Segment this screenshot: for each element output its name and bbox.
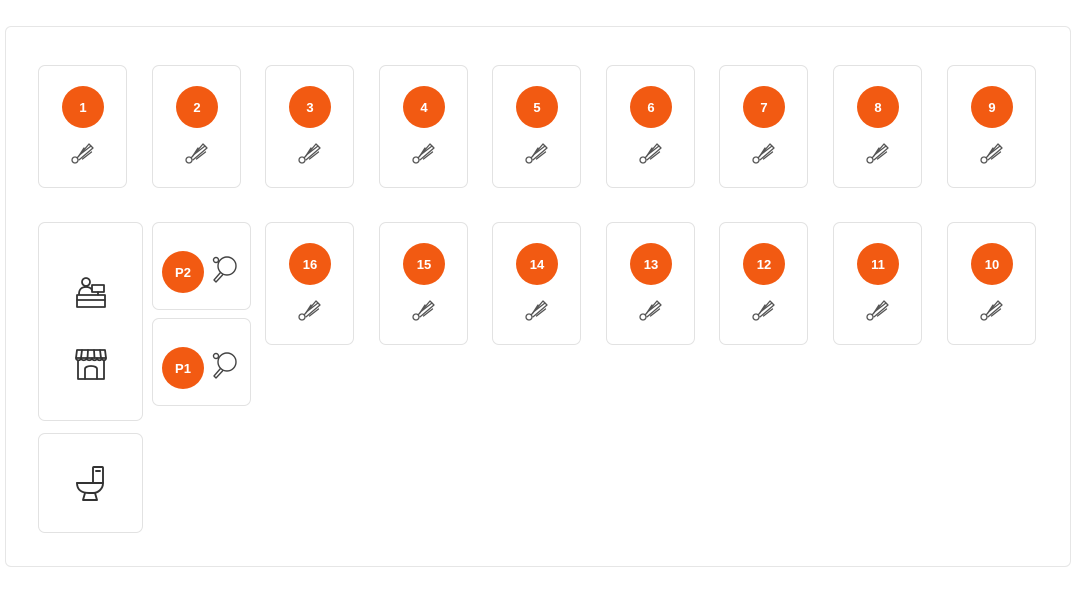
court-15[interactable]: 15 — [379, 222, 468, 345]
court-4[interactable]: 4 — [379, 65, 468, 188]
court-7[interactable]: 7 — [719, 65, 808, 188]
court-number-badge: 8 — [857, 86, 899, 128]
court-12[interactable]: 12 — [719, 222, 808, 345]
pingpong-table-p2[interactable]: P2 — [152, 222, 251, 310]
court-number-badge: 3 — [289, 86, 331, 128]
court-number-badge: 5 — [516, 86, 558, 128]
shuttlecock-icon — [980, 143, 1003, 164]
court-5[interactable]: 5 — [492, 65, 581, 188]
court-number-badge: 12 — [743, 243, 785, 285]
court-11[interactable]: 11 — [833, 222, 922, 345]
court-1[interactable]: 1 — [38, 65, 127, 188]
shuttlecock-icon — [298, 143, 321, 164]
court-number-badge: 16 — [289, 243, 331, 285]
court-number-badge: 14 — [516, 243, 558, 285]
ping-pong-paddle-icon — [212, 256, 237, 283]
shuttlecock-icon — [412, 300, 435, 321]
shuttlecock-icon — [980, 300, 1003, 321]
shuttlecock-icon — [412, 143, 435, 164]
court-number-badge: 9 — [971, 86, 1013, 128]
shuttlecock-icon — [639, 143, 662, 164]
court-number-badge: 2 — [176, 86, 218, 128]
court-6[interactable]: 6 — [606, 65, 695, 188]
toilet-icon — [76, 466, 104, 501]
shuttlecock-icon — [185, 143, 208, 164]
court-3[interactable]: 3 — [265, 65, 354, 188]
court-number-badge: 7 — [743, 86, 785, 128]
shuttlecock-icon — [866, 143, 889, 164]
court-number-badge: 13 — [630, 243, 672, 285]
table-number-badge: P2 — [162, 251, 204, 293]
court-number-badge: 15 — [403, 243, 445, 285]
shuttlecock-icon — [525, 300, 548, 321]
court-number-badge: 11 — [857, 243, 899, 285]
court-2[interactable]: 2 — [152, 65, 241, 188]
court-number-badge: 4 — [403, 86, 445, 128]
shop-icon — [75, 349, 107, 380]
restroom-area[interactable] — [38, 433, 143, 533]
court-16[interactable]: 16 — [265, 222, 354, 345]
court-10[interactable]: 10 — [947, 222, 1036, 345]
court-9[interactable]: 9 — [947, 65, 1036, 188]
shuttlecock-icon — [639, 300, 662, 321]
reception-shop-area[interactable] — [38, 222, 143, 421]
ping-pong-paddle-icon — [212, 352, 237, 379]
shuttlecock-icon — [752, 300, 775, 321]
court-13[interactable]: 13 — [606, 222, 695, 345]
court-number-badge: 6 — [630, 86, 672, 128]
court-8[interactable]: 8 — [833, 65, 922, 188]
pingpong-table-p1[interactable]: P1 — [152, 318, 251, 406]
shuttlecock-icon — [866, 300, 889, 321]
reception-desk-icon — [76, 277, 106, 308]
shuttlecock-icon — [298, 300, 321, 321]
court-14[interactable]: 14 — [492, 222, 581, 345]
shuttlecock-icon — [525, 143, 548, 164]
court-number-badge: 1 — [62, 86, 104, 128]
table-number-badge: P1 — [162, 347, 204, 389]
shuttlecock-icon — [71, 143, 94, 164]
shuttlecock-icon — [752, 143, 775, 164]
court-number-badge: 10 — [971, 243, 1013, 285]
